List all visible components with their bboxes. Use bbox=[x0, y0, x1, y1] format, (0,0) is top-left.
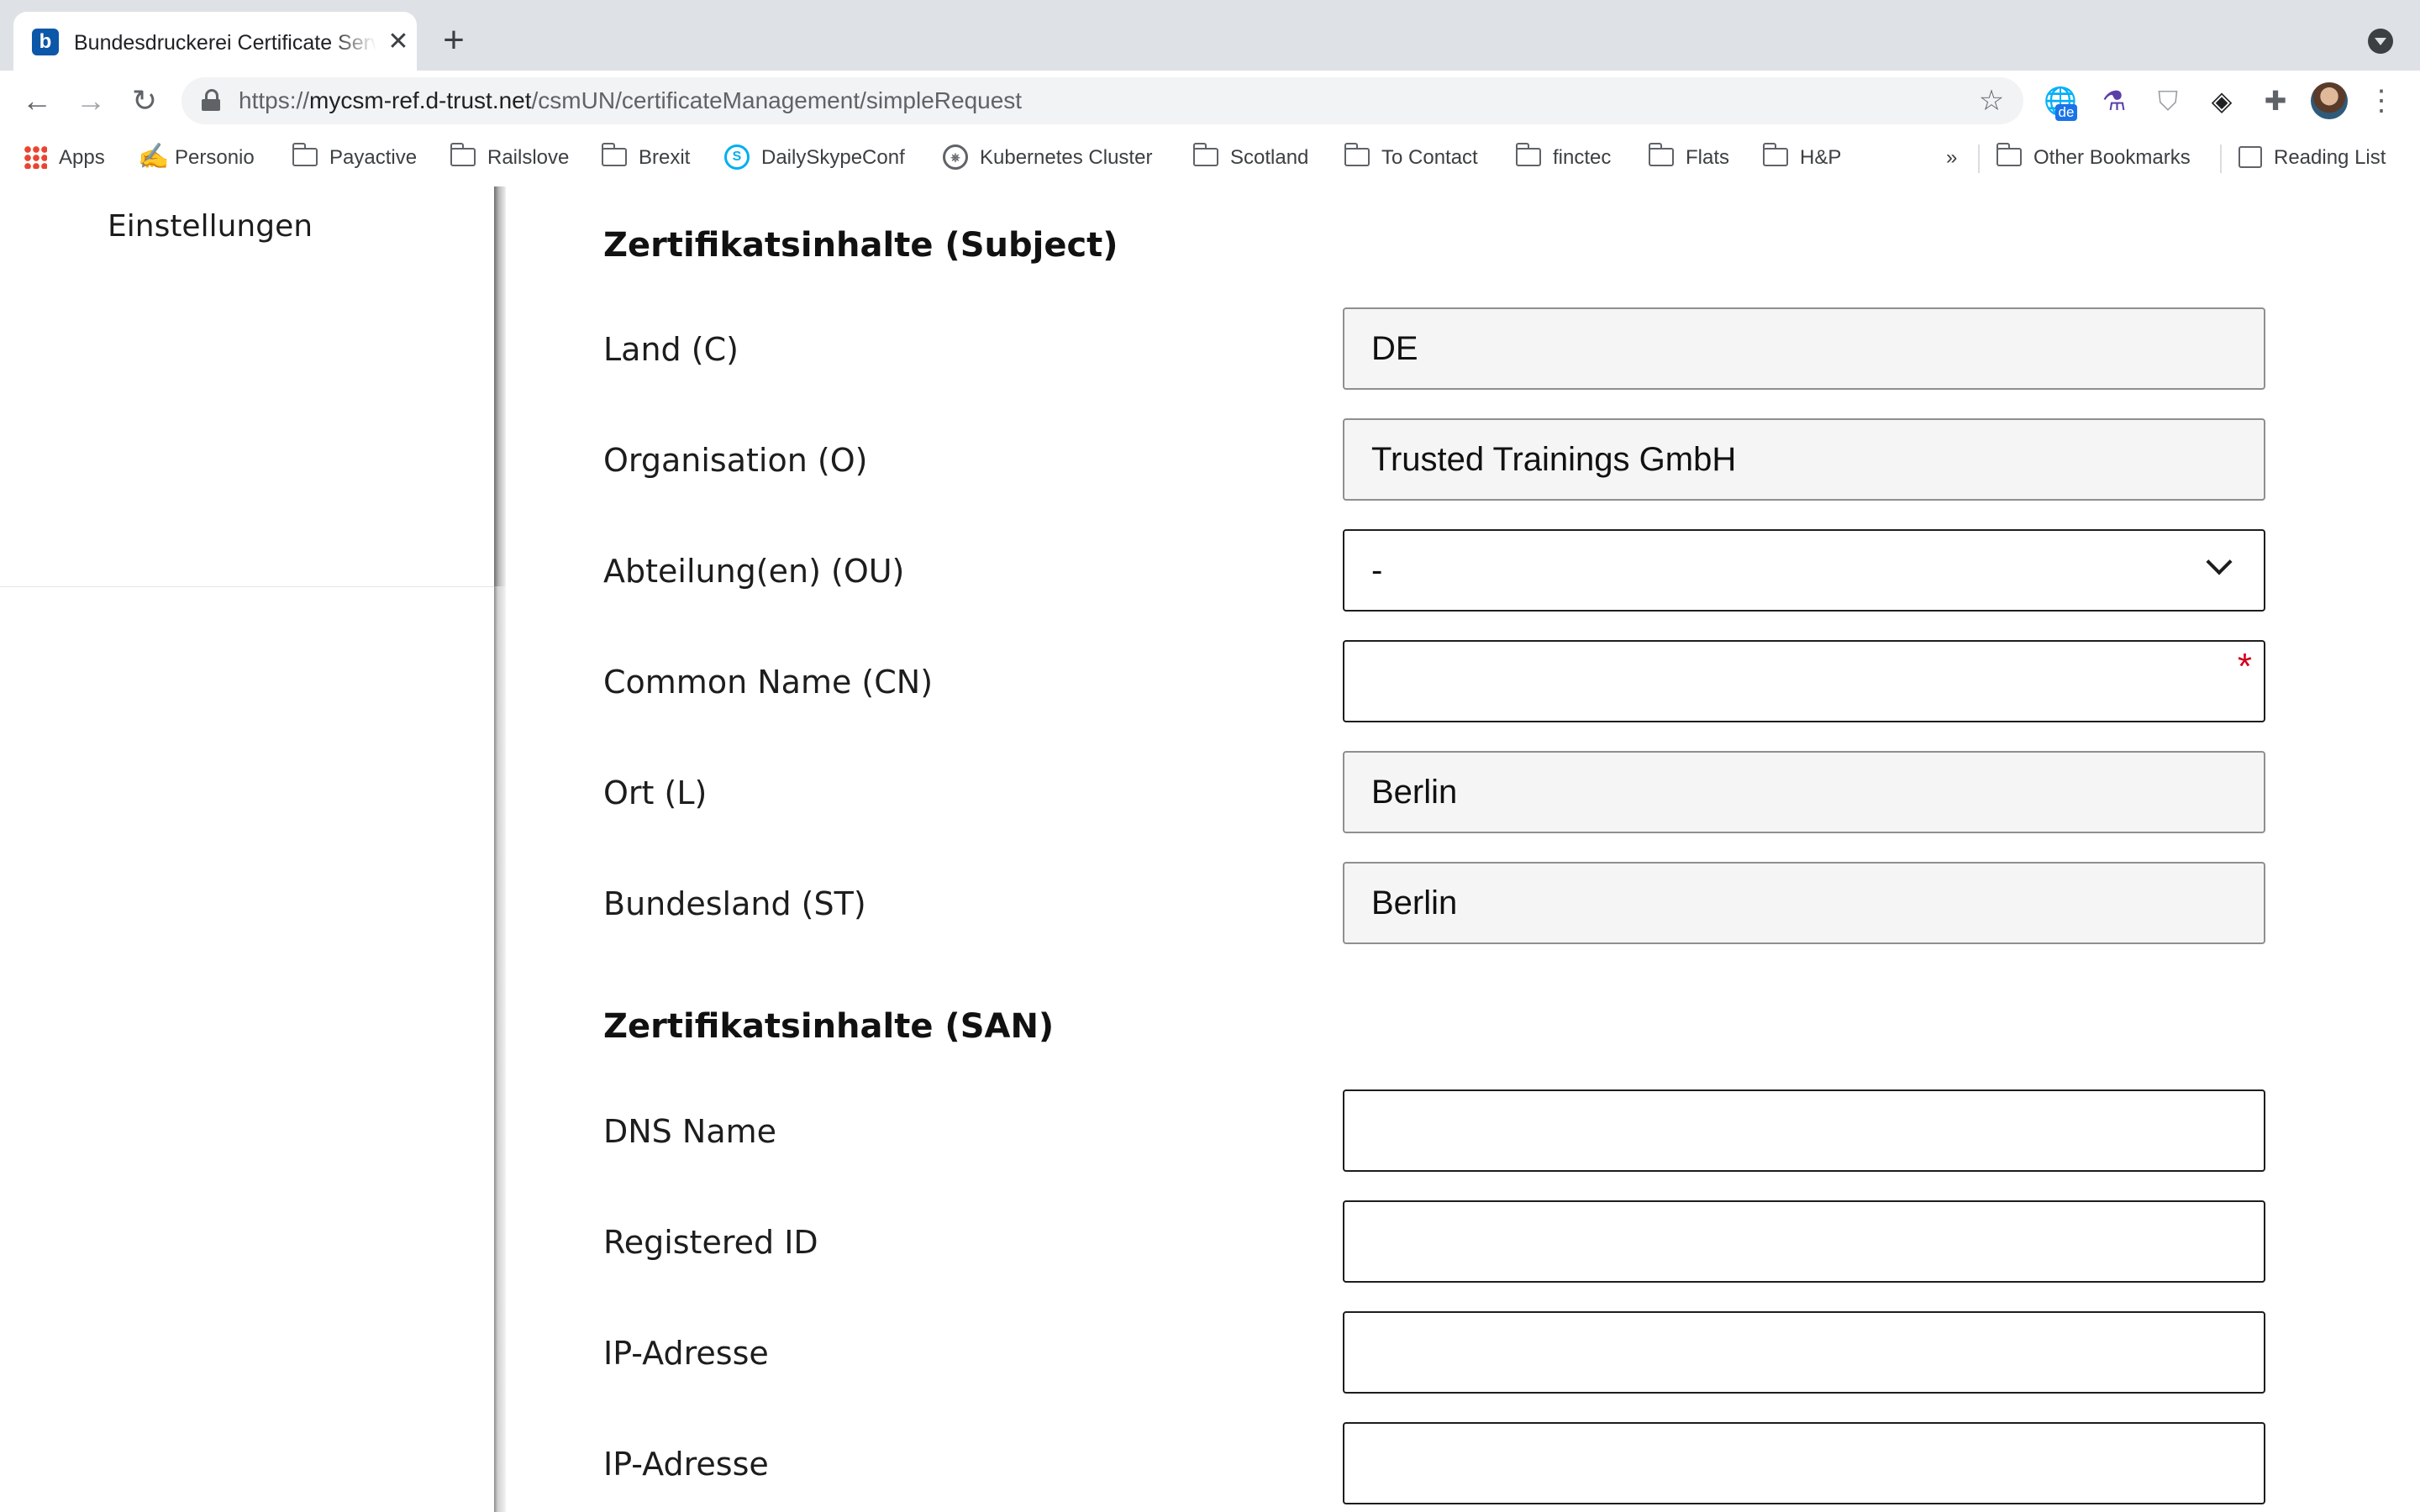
ip-address-input-2[interactable] bbox=[1343, 1422, 2265, 1504]
lab-flask-icon[interactable]: ⚗ bbox=[2096, 82, 2133, 119]
reload-icon[interactable]: ↻ bbox=[124, 81, 165, 121]
field-label-land: Land (C) bbox=[603, 331, 739, 368]
bookmark-scotland[interactable]: Scotland bbox=[1192, 142, 1308, 173]
folder-icon bbox=[1996, 142, 2022, 166]
field-label-organisation: Organisation (O) bbox=[603, 442, 868, 479]
san-section-title: Zertifikatsinhalte (SAN) bbox=[603, 1007, 1055, 1046]
land-field[interactable]: DE bbox=[1343, 307, 2265, 390]
bookmark-railslove[interactable]: Railslove bbox=[450, 142, 569, 173]
tab-strip: b Bundesdruckerei Certificate Service ✕ … bbox=[0, 0, 2420, 71]
page: Einstellungen Zertifikatsinhalte (Subjec… bbox=[0, 186, 2420, 1512]
browser-tab[interactable]: b Bundesdruckerei Certificate Service ✕ bbox=[13, 12, 417, 71]
sidebar-scroll-handle[interactable] bbox=[494, 186, 506, 586]
folder-icon bbox=[1515, 142, 1541, 166]
field-label-ip-adresse-2: IP-Adresse bbox=[603, 1446, 769, 1483]
bookmark-dailyskypeconf[interactable]: S DailySkypeConf bbox=[724, 143, 905, 173]
folder-icon bbox=[1762, 142, 1788, 166]
language-badge: de bbox=[2055, 104, 2077, 121]
reading-list-icon bbox=[2238, 145, 2262, 168]
tab-search-icon[interactable] bbox=[2368, 29, 2393, 54]
folder-icon bbox=[1648, 142, 1674, 166]
new-tab-button[interactable]: + bbox=[434, 22, 474, 62]
dns-name-input[interactable] bbox=[1343, 1089, 2265, 1172]
abteilung-select[interactable]: - bbox=[1343, 529, 2265, 612]
bundesdruckerei-favicon-icon: b bbox=[32, 29, 59, 55]
tab-title: Bundesdruckerei Certificate Service bbox=[74, 31, 376, 55]
reading-list-button[interactable]: Reading List bbox=[2238, 143, 2386, 173]
bookmark-personio[interactable]: ✍ Personio bbox=[138, 143, 255, 173]
abteilung-selected-value: - bbox=[1371, 552, 1383, 589]
field-label-common-name: Common Name (CN) bbox=[603, 664, 934, 701]
kubernetes-icon: ⎈ bbox=[943, 144, 968, 170]
bookmark-brexit[interactable]: Brexit bbox=[601, 142, 690, 173]
sidebar: Einstellungen bbox=[0, 186, 496, 1512]
puzzle-extensions-icon[interactable]: ✚ bbox=[2257, 82, 2294, 119]
folder-icon bbox=[1344, 142, 1370, 166]
folder-icon bbox=[450, 142, 476, 166]
field-label-ort: Ort (L) bbox=[603, 774, 708, 811]
bookmark-apps[interactable]: Apps bbox=[24, 143, 105, 173]
folder-icon bbox=[1192, 142, 1218, 166]
bookmark-to-contact[interactable]: To Contact bbox=[1344, 142, 1478, 173]
folder-icon bbox=[601, 142, 627, 166]
ip-address-input[interactable] bbox=[1343, 1311, 2265, 1394]
address-bar[interactable]: https://mycsm-ref.d-trust.net/csmUN/cert… bbox=[182, 77, 2023, 124]
folder-icon bbox=[292, 142, 318, 166]
bookmark-flats[interactable]: Flats bbox=[1648, 142, 1729, 173]
bookmark-h-and-p[interactable]: H&P bbox=[1762, 142, 1841, 173]
field-label-ip-adresse: IP-Adresse bbox=[603, 1335, 769, 1372]
more-menu-icon[interactable]: ⋮ bbox=[2366, 82, 2396, 119]
bookmarks-divider bbox=[1978, 144, 1980, 173]
ort-field[interactable]: Berlin bbox=[1343, 751, 2265, 833]
sidebar-item-einstellungen[interactable]: Einstellungen bbox=[108, 205, 313, 249]
registered-id-input[interactable] bbox=[1343, 1200, 2265, 1283]
bookmark-kubernetes-cluster[interactable]: ⎈ Kubernetes Cluster bbox=[943, 143, 1152, 173]
certificate-request-form: Zertifikatsinhalte (Subject) Land (C) DE… bbox=[603, 186, 2284, 1512]
bookmarks-overflow-button[interactable]: » bbox=[1946, 143, 1957, 173]
field-label-dns-name: DNS Name bbox=[603, 1113, 776, 1150]
forward-arrow-icon[interactable]: → bbox=[71, 81, 111, 121]
common-name-input[interactable]: * bbox=[1343, 640, 2265, 722]
subject-section-title: Zertifikatsinhalte (Subject) bbox=[603, 226, 1118, 265]
field-label-registered-id: Registered ID bbox=[603, 1224, 818, 1261]
shield-icon[interactable]: ⛉ bbox=[2149, 82, 2186, 119]
lock-icon[interactable] bbox=[202, 89, 220, 111]
apps-icon bbox=[24, 144, 47, 169]
required-asterisk-icon: * bbox=[2237, 646, 2252, 687]
url-text: https://mycsm-ref.d-trust.net/csmUN/cert… bbox=[239, 87, 1023, 113]
skype-icon: S bbox=[724, 144, 750, 170]
sidebar-divider bbox=[0, 586, 496, 587]
personio-icon: ✍ bbox=[138, 142, 170, 171]
chevron-down-icon bbox=[2206, 549, 2233, 575]
field-label-bundesland: Bundesland (ST) bbox=[603, 885, 866, 922]
bookmark-payactive[interactable]: Payactive bbox=[292, 142, 417, 173]
bookmarks-divider bbox=[2220, 144, 2222, 173]
field-label-abteilung: Abteilung(en) (OU) bbox=[603, 553, 905, 590]
organisation-field[interactable]: Trusted Trainings GmbH bbox=[1343, 418, 2265, 501]
bookmark-star-icon[interactable]: ☆ bbox=[1975, 84, 2008, 118]
back-arrow-icon[interactable]: ← bbox=[17, 81, 57, 121]
browser-toolbar: ← → ↻ https://mycsm-ref.d-trust.net/csmU… bbox=[0, 71, 2420, 131]
bookmarks-bar: Apps ✍ Personio Payactive Railslove Brexi… bbox=[0, 131, 2420, 188]
bundesland-field[interactable]: Berlin bbox=[1343, 862, 2265, 944]
bookmark-other-bookmarks[interactable]: Other Bookmarks bbox=[1996, 142, 2191, 173]
bookmark-finctec[interactable]: finctec bbox=[1515, 142, 1611, 173]
close-tab-icon[interactable]: ✕ bbox=[383, 27, 413, 57]
profile-avatar[interactable] bbox=[2311, 82, 2348, 119]
extension-diamond-icon[interactable]: ◈ bbox=[2203, 82, 2240, 119]
